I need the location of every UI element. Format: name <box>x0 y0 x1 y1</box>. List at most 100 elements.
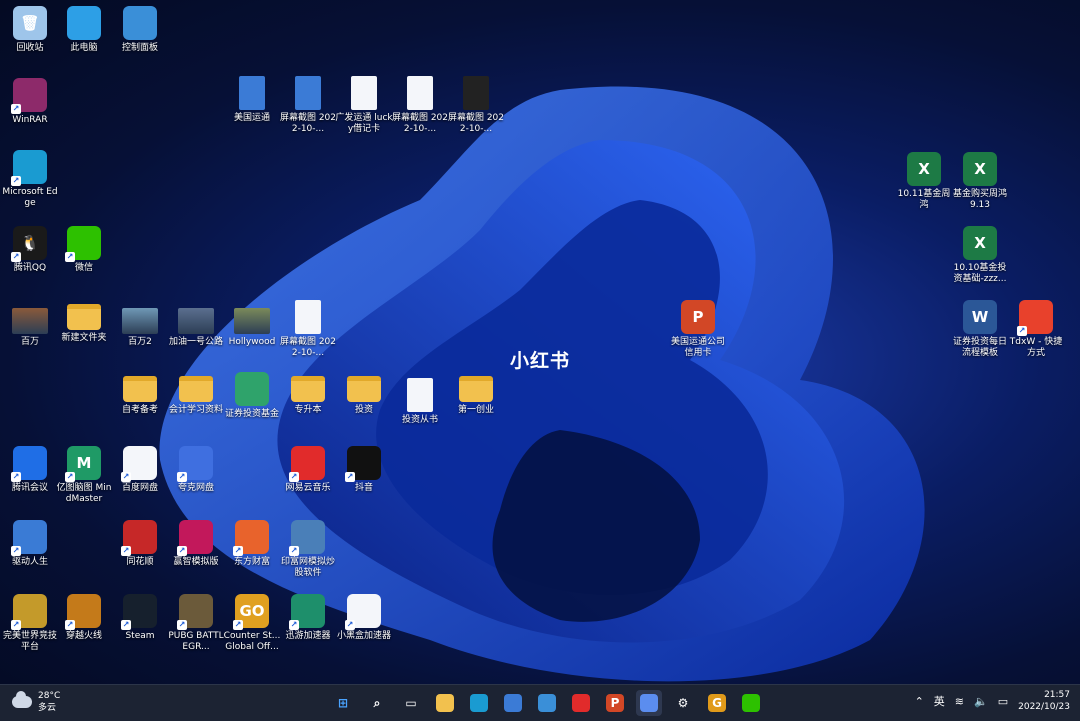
desktop-icon-chuanyue[interactable]: ↗ 穿越火线 <box>54 594 114 642</box>
qq-penguin-icon: 🐧 ↗ <box>11 226 47 262</box>
desktop-icon-control-panel[interactable]: 控制面板 <box>110 6 170 54</box>
shortcut-arrow-icon: ↗ <box>65 472 75 482</box>
desktop-icon-label: 亿图脑图 MindMaster <box>56 483 112 504</box>
desktop-icon-label: 控制面板 <box>121 43 158 53</box>
taskbar-task-view-button[interactable]: ▭ <box>398 690 424 716</box>
desktop-icon-dongfang[interactable]: ↗ 东方财富 <box>222 520 282 568</box>
desktop-icon-zhengquan[interactable]: 证券投资基金 <box>222 372 282 420</box>
taskbar-settings-button[interactable]: ⚙ <box>670 690 696 716</box>
taskbar-netease-music-button[interactable] <box>568 690 594 716</box>
desktop-icon-xiaohei[interactable]: ↗ 小黑盒加速器 <box>334 594 394 642</box>
excel-icon: X <box>907 152 941 186</box>
desktop-icon-meiguo-yuntong[interactable]: 美国运通 <box>222 76 282 124</box>
desktop-icon-screenshot-a[interactable]: 屏幕截图 2022-10-... <box>278 300 338 359</box>
taskbar-start-button[interactable]: ⊞ <box>330 690 356 716</box>
desktop-icon-edge[interactable]: ↗ Microsoft Edge <box>0 150 60 209</box>
desktop-icon-zikao[interactable]: 自考备考 <box>110 372 170 416</box>
desktop-icon-word-zq[interactable]: W 证券投资每日 流程模板 <box>950 300 1010 359</box>
document-icon <box>407 378 433 412</box>
document-icon <box>239 76 265 110</box>
clock-date: 2022/10/23 <box>1018 702 1070 712</box>
desktop-icon-csgo[interactable]: GO ↗ Counter St... Global Off... <box>222 594 282 653</box>
taskbar-search-button[interactable]: ⌕ <box>364 690 390 716</box>
excel-icon: X <box>963 152 997 186</box>
clock[interactable]: 21:57 2022/10/23 <box>1018 689 1070 713</box>
weather-condition: 多云 <box>38 703 57 713</box>
desktop-icon-touzi-book[interactable]: 投资从书 <box>390 378 450 426</box>
desktop-icon-label: 美国运通公司 信用卡 <box>670 337 725 358</box>
document-icon <box>407 76 433 110</box>
desktop-icon-excel-913[interactable]: X 基金购买周鸿 9.13 <box>950 152 1010 211</box>
desktop-icon-pubg[interactable]: ↗ PUBG BATTLEGR... <box>166 594 226 653</box>
taskbar-snipping-button[interactable] <box>636 690 662 716</box>
taskbar-app-g-button[interactable]: G <box>704 690 730 716</box>
desktop-icon-baiwan[interactable]: 百万 <box>0 304 60 348</box>
desktop-icon-screenshot-c[interactable]: 屏幕截图 2022-10-... <box>390 76 450 135</box>
battery-icon[interactable]: ▭ <box>998 695 1008 708</box>
desktop-icon-yinfu[interactable]: ↗ 印富网模拟炒 股软件 <box>278 520 338 579</box>
desktop-icon-label: Steam <box>125 631 155 641</box>
desktop-icon-touzi[interactable]: 投资 <box>334 372 394 416</box>
desktop-icon-tonghuashun[interactable]: ↗ 同花顺 <box>110 520 170 568</box>
desktop-icon-label: 专升本 <box>294 405 322 415</box>
ime-indicator[interactable]: 英 <box>934 693 945 709</box>
desktop-icon-guangfa[interactable]: 广发运通 lucky借记卡 <box>334 76 394 135</box>
desktop-icon-ppt-amex[interactable]: P 美国运通公司 信用卡 <box>668 300 728 359</box>
desktop-icon-steam[interactable]: ↗ Steam <box>110 594 170 642</box>
desktop-icon-qq[interactable]: 🐧 ↗ 腾讯QQ <box>0 226 60 274</box>
desktop-icon-baidu-pan[interactable]: ↗ 百度网盘 <box>110 446 170 494</box>
desktop-icon-netease-music[interactable]: ↗ 网易云音乐 <box>278 446 338 494</box>
wifi-icon[interactable]: ≋ <box>955 695 964 708</box>
taskbar-edge-button[interactable] <box>466 690 492 716</box>
desktop-icon-label: 10.10基金投 资基础-zzz... <box>953 263 1007 284</box>
desktop-icon-hollywood[interactable]: Hollywood <box>222 304 282 348</box>
speaker-icon[interactable]: 🔈 <box>974 695 988 708</box>
desktop-icon-baiwan2[interactable]: 百万2 <box>110 304 170 348</box>
desktop-icon-label: 基金购买周鸿 9.13 <box>952 189 1007 210</box>
desktop-icon-douyin[interactable]: ↗ 抖音 <box>334 446 394 494</box>
desktop-icon-label: 屏幕截图 2022-10-... <box>391 113 449 134</box>
desktop-icon-excel-1011[interactable]: X 10.11基金周 鸿 <box>894 152 954 211</box>
desktop-icon-screenshot-b[interactable]: 屏幕截图 2022-10-... <box>278 76 338 135</box>
desktop-icon-tencent-meeting[interactable]: ↗ 腾讯会议 <box>0 446 60 494</box>
desktop-icon-new-folder[interactable]: 新建文件夹 <box>54 300 114 344</box>
shortcut-arrow-icon: ↗ <box>177 620 187 630</box>
desktop-icon-zhuanke[interactable]: 专升本 <box>278 372 338 416</box>
desktop-icon-this-pc[interactable]: 此电脑 <box>54 6 114 54</box>
desktop-icon-kuaiji[interactable]: 会计学习资料 <box>166 372 226 416</box>
chevron-up-icon[interactable]: ⌃ <box>915 695 924 708</box>
desktop-icon-recycle-bin[interactable]: 🗑 回收站 <box>0 6 60 54</box>
desktop-icon-mindmaster[interactable]: M ↗ 亿图脑图 MindMaster <box>54 446 114 505</box>
desktop-icon-label: 回收站 <box>16 43 44 53</box>
taskbar-file-explorer-button[interactable] <box>432 690 458 716</box>
desktop-icon-jiayou[interactable]: 加油一号公路 <box>166 304 226 348</box>
tiktok-icon: ↗ <box>345 446 381 482</box>
desktop-icon-winrar[interactable]: ↗ WinRAR <box>0 78 60 126</box>
xunyou-icon: ↗ <box>289 594 325 630</box>
shortcut-arrow-icon: ↗ <box>121 546 131 556</box>
desktop-icon-wechat[interactable]: ↗ 微信 <box>54 226 114 274</box>
taskbar-store-button[interactable] <box>500 690 526 716</box>
desktop-icon-label: 微信 <box>74 263 93 273</box>
netease-music-icon <box>572 694 590 712</box>
desktop-icon-label: 同花顺 <box>126 557 154 567</box>
desktop-icon-diyi[interactable]: 第一创业 <box>446 372 506 416</box>
desktop-icon-wanmei[interactable]: ↗ 完美世界竞技 平台 <box>0 594 60 653</box>
desktop-icon-kuake[interactable]: ↗ 夸克网盘 <box>166 446 226 494</box>
desktop-icon-xunyou[interactable]: ↗ 迅游加速器 <box>278 594 338 642</box>
desktop-icon-label: 驱动人生 <box>11 557 48 567</box>
taskbar-powerpoint-button[interactable]: P <box>602 690 628 716</box>
desktop-icon-excel-1010[interactable]: X 10.10基金投 资基础-zzz... <box>950 226 1010 285</box>
desktop-icon-qudong[interactable]: ↗ 驱动人生 <box>0 520 60 568</box>
image-icon <box>122 308 158 334</box>
taskbar-wechat-button[interactable] <box>738 690 764 716</box>
weather-widget[interactable]: 28°C 多云 <box>12 690 60 714</box>
csgo-icon: GO ↗ <box>233 594 269 630</box>
desktop-icon-wh8[interactable]: ↗ 赢智模拟版 <box>166 520 226 568</box>
taskbar-photos-button[interactable] <box>534 690 560 716</box>
desktop-icon-label: 屏幕截图 2022-10-... <box>279 337 337 358</box>
desktop-icon-label: 迅游加速器 <box>285 631 331 641</box>
desktop-icon-label: Microsoft Edge <box>2 187 58 208</box>
desktop-icon-screenshot-d[interactable]: 屏幕截图 2022-10-... <box>446 76 506 135</box>
desktop-icon-tdxw[interactable]: ↗ TdxW - 快捷 方式 <box>1006 300 1066 359</box>
